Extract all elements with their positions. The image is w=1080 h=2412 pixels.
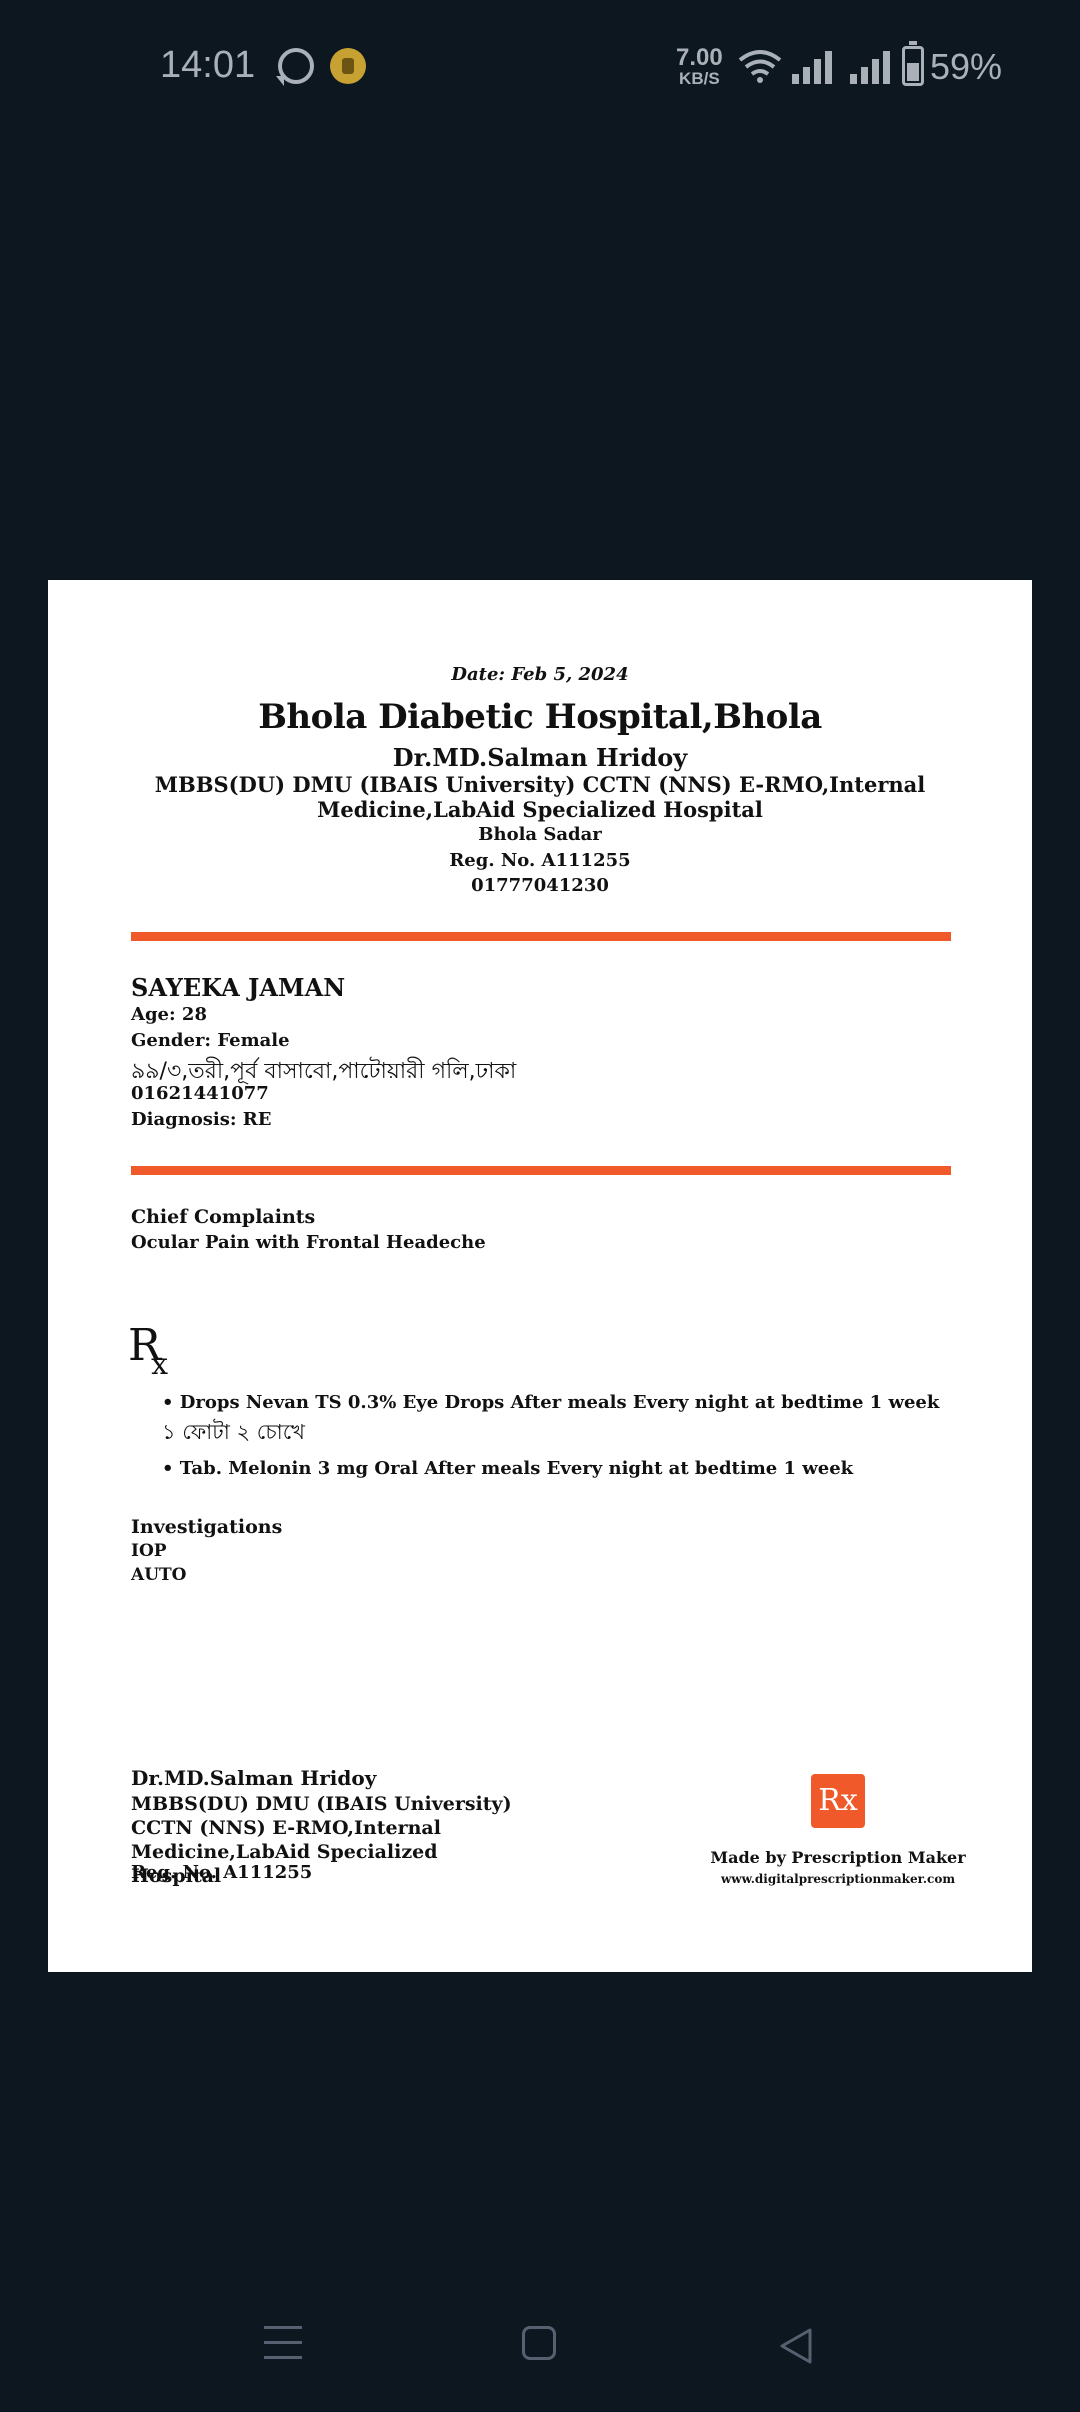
home-icon[interactable] (522, 2326, 556, 2360)
notification-coin-icon (330, 48, 366, 84)
signature-registration: Reg. No. A111255 (131, 1862, 313, 1883)
signal-icon (850, 51, 890, 84)
medicine-item: • Tab. Melonin 3 mg Oral After meals Eve… (162, 1458, 854, 1479)
menu-icon[interactable] (264, 2326, 302, 2360)
investigation-item: IOP (131, 1541, 167, 1561)
investigation-item: AUTO (131, 1565, 187, 1585)
patient-diagnosis: Diagnosis: RE (131, 1109, 272, 1130)
battery-icon (902, 41, 924, 86)
rx-symbol-icon: Rx (128, 1320, 178, 1382)
clock: 14:01 (160, 44, 256, 86)
doctor-qualifications: MBBS(DU) DMU (IBAIS University) CCTN (NN… (154, 772, 926, 822)
chief-complaints-text: Ocular Pain with Frontal Headeche (131, 1232, 486, 1253)
patient-age: Age: 28 (131, 1004, 207, 1025)
patient-name: SAYEKA JAMAN (131, 973, 346, 1002)
divider (131, 1166, 951, 1175)
battery-percent: 59% (930, 46, 1003, 87)
website-link[interactable]: www.digitalprescriptionmaker.com (698, 1872, 978, 1886)
back-icon[interactable] (776, 2326, 816, 2366)
network-speed-value: 7.00 (676, 44, 723, 71)
doctor-address: Bhola Sadar (478, 824, 602, 845)
chief-complaints-heading: Chief Complaints (131, 1206, 316, 1228)
signature-doctor-name: Dr.MD.Salman Hridoy (131, 1766, 377, 1790)
patient-gender: Gender: Female (131, 1030, 290, 1051)
divider (131, 932, 951, 941)
network-speed: 7.00 KB/S (676, 44, 723, 88)
investigations-heading: Investigations (131, 1516, 283, 1538)
rx-symbol-x: x (151, 1347, 169, 1382)
wifi-icon (738, 50, 782, 83)
prescription-document: Date: Feb 5, 2024 Bhola Diabetic Hospita… (48, 580, 1032, 1972)
doctor-name: Dr.MD.Salman Hridoy (392, 743, 688, 772)
signal-icon (792, 51, 832, 84)
status-bar: 14:01 7.00 KB/S 59% (0, 0, 1080, 140)
medicine-note: ১ ফোটা ২ চোখে (162, 1420, 305, 1444)
made-by-label: Made by Prescription Maker (710, 1848, 966, 1867)
prescription-date: Date: Feb 5, 2024 (451, 664, 629, 685)
medicine-item: • Drops Nevan TS 0.3% Eye Drops After me… (162, 1392, 940, 1413)
prescription-maker-logo-icon: Rx (811, 1774, 865, 1828)
patient-phone: 01621441077 (131, 1083, 269, 1104)
whatsapp-icon (276, 48, 314, 86)
registration-number: Reg. No. A111255 (449, 850, 631, 871)
network-speed-unit: KB/S (679, 69, 720, 88)
doctor-phone: 01777041230 (471, 875, 609, 896)
hospital-name: Bhola Diabetic Hospital,Bhola (258, 697, 822, 737)
